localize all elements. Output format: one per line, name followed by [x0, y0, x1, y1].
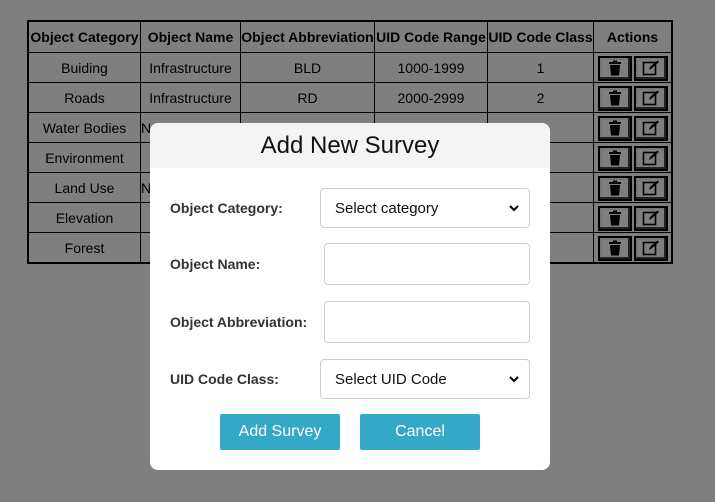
- uid-code-class-select[interactable]: Select UID Code: [320, 359, 530, 399]
- chevron-down-icon: [509, 376, 519, 383]
- add-survey-button[interactable]: Add Survey: [220, 414, 340, 450]
- cancel-button[interactable]: Cancel: [360, 414, 480, 450]
- object-category-label: Object Category:: [170, 200, 283, 216]
- object-abbreviation-label: Object Abbreviation:: [170, 314, 308, 330]
- uid-code-class-select-value: Select UID Code: [335, 370, 447, 388]
- modal-title: Add New Survey: [260, 131, 440, 159]
- uid-code-class-label: UID Code Class:: [170, 371, 279, 387]
- object-abbreviation-row: Object Abbreviation:: [170, 301, 530, 343]
- object-category-select-value: Select category: [335, 199, 439, 217]
- object-category-row: Object Category: Select category: [170, 187, 530, 229]
- chevron-down-icon: [509, 205, 519, 212]
- object-name-input[interactable]: [324, 243, 530, 285]
- object-abbreviation-input[interactable]: [324, 301, 530, 343]
- object-category-select[interactable]: Select category: [320, 188, 530, 228]
- add-survey-modal: Add New Survey Object Category: Select c…: [150, 123, 550, 470]
- object-name-label: Object Name:: [170, 256, 261, 272]
- modal-header: Add New Survey: [150, 123, 550, 168]
- uid-code-class-row: UID Code Class: Select UID Code: [170, 358, 530, 400]
- object-name-row: Object Name:: [170, 243, 530, 285]
